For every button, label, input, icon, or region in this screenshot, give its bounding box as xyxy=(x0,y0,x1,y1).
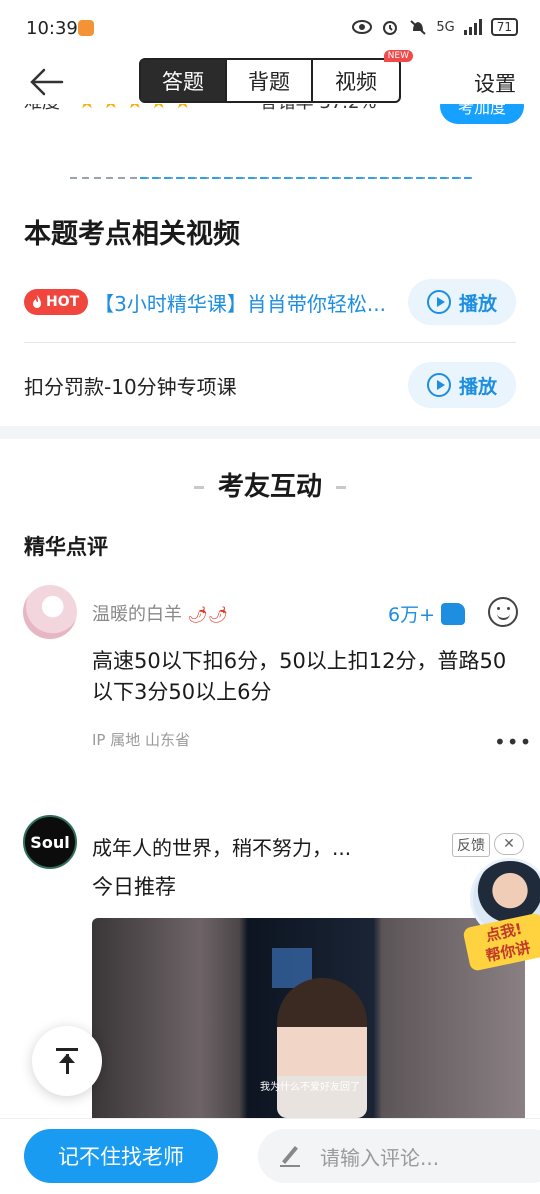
comment-input[interactable]: 请输入评论... xyxy=(258,1129,540,1183)
interaction-title: 考友互动 xyxy=(0,466,540,503)
hot-label: HOT xyxy=(46,294,80,310)
play-icon xyxy=(426,290,451,314)
feedback-button[interactable]: 反馈 xyxy=(452,833,490,857)
chili-badge-icon: 🌶🌶 xyxy=(187,605,229,624)
smile-reaction-icon[interactable] xyxy=(488,597,518,627)
back-arrow-icon[interactable] xyxy=(26,62,66,102)
app-notification-icon xyxy=(78,20,94,36)
more-options-icon[interactable]: ••• xyxy=(494,732,532,752)
interaction-title-text: 考友互动 xyxy=(217,472,322,502)
status-bar: 10:39 5G 71 xyxy=(0,0,540,58)
video-item[interactable]: HOT 【3小时精华课】肖肖带你轻松... 播放 xyxy=(24,279,516,325)
mode-tabs: 答题 背题 视频 NEW xyxy=(139,50,413,103)
thumbs-up-icon xyxy=(441,602,466,625)
status-time: 10:39 xyxy=(26,18,78,39)
scroll-top-button[interactable] xyxy=(32,1026,102,1096)
tab-memorize[interactable]: 背题 xyxy=(227,60,313,101)
ad-video[interactable]: 我为什么不爱好友回了 xyxy=(92,918,525,1118)
avatar[interactable] xyxy=(23,585,77,639)
hot-badge: HOT xyxy=(24,289,89,315)
mute-bell-icon xyxy=(410,20,427,35)
comment-placeholder: 请输入评论... xyxy=(320,1145,440,1170)
nav-bar: 答题 背题 视频 NEW 设置 xyxy=(0,50,540,104)
comment-text: 高速50以下扣6分，50以上扣12分，普路50以下3分50以上6分 xyxy=(92,649,507,704)
play-button[interactable]: 播放 xyxy=(408,279,516,325)
tab-video[interactable]: 视频 NEW xyxy=(313,50,413,101)
battery-icon: 71 xyxy=(490,18,518,36)
tab-video-label: 视频 xyxy=(335,69,377,94)
essence-comments-title: 精华点评 xyxy=(24,535,108,559)
teacher-float-button[interactable]: 点我! 帮你讲 xyxy=(462,858,540,972)
comment-username[interactable]: 温暖的白羊 🌶🌶 xyxy=(92,600,228,626)
network-label: 5G xyxy=(436,19,455,35)
tab-answer[interactable]: 答题 xyxy=(141,60,227,101)
settings-button[interactable]: 设置 xyxy=(474,68,516,98)
alarm-icon xyxy=(383,21,398,35)
status-icons: 5G 71 xyxy=(352,18,518,36)
eye-icon xyxy=(352,20,373,34)
new-badge: NEW xyxy=(383,50,413,62)
pencil-icon xyxy=(280,1145,302,1167)
ad-caption: 我为什么不爱好友回了 xyxy=(260,1082,360,1093)
flame-icon xyxy=(33,295,41,308)
teacher-tag: 点我! 帮你讲 xyxy=(462,912,540,972)
progress-divider xyxy=(70,177,472,179)
ask-teacher-button[interactable]: 记不住找老师 xyxy=(24,1129,218,1183)
ip-location: IP 属地 山东省 xyxy=(92,731,191,749)
username-text: 温暖的白羊 xyxy=(92,604,182,625)
play-button[interactable]: 播放 xyxy=(408,362,516,408)
play-icon xyxy=(426,373,451,397)
like-count: 6万+ xyxy=(388,604,436,626)
ad-title[interactable]: 成年人的世界，稍不努力，... xyxy=(92,832,351,861)
ad-logo[interactable]: Soul xyxy=(23,815,77,869)
section-separator xyxy=(0,426,540,439)
play-label: 播放 xyxy=(458,375,497,398)
play-label: 播放 xyxy=(458,292,497,315)
video-title: 扣分罚款-10分钟专项课 xyxy=(24,374,237,399)
video-item[interactable]: 扣分罚款-10分钟专项课 播放 xyxy=(24,362,516,408)
ad-subtitle: 今日推荐 xyxy=(92,875,176,899)
divider xyxy=(24,342,516,343)
bottom-bar: 记不住找老师 请输入评论... xyxy=(0,1118,540,1194)
related-videos-title: 本题考点相关视频 xyxy=(24,219,240,250)
like-button[interactable]: 6万+ xyxy=(388,600,466,627)
video-title: 【3小时精华课】肖肖带你轻松... xyxy=(94,291,386,316)
signal-icon xyxy=(463,19,482,35)
close-ad-icon[interactable]: ✕ xyxy=(494,833,524,855)
